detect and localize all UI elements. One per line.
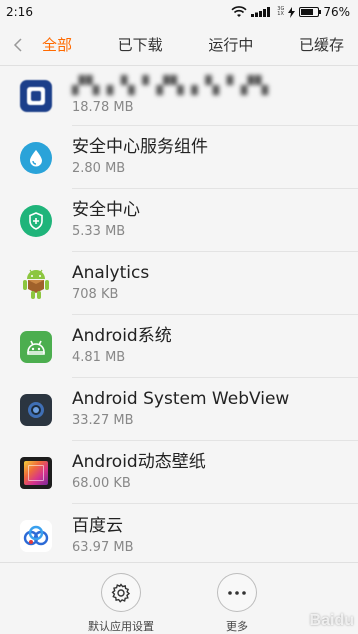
status-time: 2:16 <box>6 5 33 19</box>
app-size: 18.78 MB <box>72 99 134 115</box>
app-name: Android系统 <box>72 326 172 346</box>
app-text: 安全中心服务组件 2.80 MB <box>72 126 358 189</box>
charging-bolt-icon <box>288 6 296 18</box>
tab-cached[interactable]: 已缓存 <box>293 34 350 55</box>
default-app-settings-button[interactable]: 默认应用设置 <box>81 573 161 634</box>
app-size: 4.81 MB <box>72 350 126 365</box>
app-size: 63.97 MB <box>72 539 134 555</box>
list-item[interactable]: 百度云 63.97 MB <box>0 504 358 562</box>
app-icon-cell <box>0 456 72 489</box>
battery-icon <box>299 7 322 17</box>
app-text: 安全中心 5.33 MB <box>72 189 358 252</box>
water-drop-icon <box>20 141 52 174</box>
shield-plus-icon <box>20 204 52 237</box>
app-icon-cell <box>0 393 72 426</box>
tabs: 全部 已下载 运行中 已缓存 <box>36 34 358 55</box>
status-bar: 2:16 3G 1X 76% <box>0 0 358 24</box>
app-text: 百度云 63.97 MB <box>72 504 358 562</box>
list-item[interactable]: Android System WebView 33.27 MB <box>0 378 358 441</box>
app-text: ▞▚▗▝▖▘▞▚▗▝▖▘▞▚ 18.78 MB <box>72 66 358 126</box>
app-name: ▞▚▗▝▖▘▞▚▗▝▖▘▞▚ <box>72 75 270 96</box>
app-text: Android系统 4.81 MB <box>72 315 358 378</box>
app-icon-cell <box>0 330 72 363</box>
network-type: 3G 1X <box>277 7 284 17</box>
app-name: 百度云 <box>72 515 123 536</box>
tab-running[interactable]: 运行中 <box>202 34 259 55</box>
gear-button-circle[interactable] <box>101 573 141 612</box>
battery-label: 76% <box>323 5 350 19</box>
app-text: Analytics 708 KB <box>72 252 358 315</box>
app-icon-cell <box>0 268 72 300</box>
app-size: 5.33 MB <box>72 224 126 239</box>
blurred-app-icon <box>20 80 52 112</box>
app-text: Android动态壁纸 68.00 KB <box>72 441 358 504</box>
app-size: 2.80 MB <box>72 161 126 176</box>
list-item[interactable]: 安全中心服务组件 2.80 MB <box>0 126 358 189</box>
live-wallpaper-icon <box>20 456 52 489</box>
app-size: 68.00 KB <box>72 476 131 491</box>
app-name: Android动态壁纸 <box>72 452 206 472</box>
wifi-icon <box>231 6 247 17</box>
app-text: Android System WebView 33.27 MB <box>72 378 358 441</box>
status-icons: 3G 1X 76% <box>231 5 350 19</box>
battery-level <box>301 9 314 15</box>
android-robot-icon <box>20 268 52 300</box>
list-item[interactable]: ▞▚▗▝▖▘▞▚▗▝▖▘▞▚ 18.78 MB <box>0 66 358 126</box>
app-icon-cell <box>0 80 72 112</box>
baidu-watermark: Baidu <box>309 612 354 629</box>
chevron-left-icon <box>13 37 22 52</box>
app-name: 安全中心 <box>72 200 140 220</box>
signal-icon <box>251 7 271 17</box>
tab-bar: 全部 已下载 运行中 已缓存 <box>0 24 358 66</box>
more-button[interactable]: 更多 <box>197 573 277 634</box>
more-button-circle[interactable] <box>217 573 257 612</box>
more-label: 更多 <box>226 620 248 633</box>
webview-icon <box>20 393 52 426</box>
app-icon-cell <box>0 519 72 552</box>
list-item[interactable]: Android系统 4.81 MB <box>0 315 358 378</box>
network-type-bottom: 1X <box>277 11 284 17</box>
app-size: 33.27 MB <box>72 413 134 428</box>
default-app-settings-label: 默认应用设置 <box>88 620 154 633</box>
tab-downloaded[interactable]: 已下载 <box>112 34 169 55</box>
android-head-icon <box>20 330 52 363</box>
list-item[interactable]: Android动态壁纸 68.00 KB <box>0 441 358 504</box>
list-item[interactable]: 安全中心 5.33 MB <box>0 189 358 252</box>
app-name: 安全中心服务组件 <box>72 137 208 157</box>
list-item[interactable]: Analytics 708 KB <box>0 252 358 315</box>
tab-all[interactable]: 全部 <box>36 34 78 55</box>
app-icon-cell <box>0 204 72 237</box>
baidu-cloud-icon <box>20 519 52 552</box>
back-button[interactable] <box>0 24 36 66</box>
app-list: ▞▚▗▝▖▘▞▚▗▝▖▘▞▚ 18.78 MB 安全中心服务组件 2.80 MB <box>0 66 358 562</box>
gear-icon <box>111 582 131 603</box>
app-icon-cell <box>0 141 72 174</box>
app-name: Android System WebView <box>72 389 290 409</box>
app-name: Analytics <box>72 263 150 283</box>
more-dots-icon <box>228 590 246 595</box>
app-manager-screen: 2:16 3G 1X 76% 全部 已下载 运行中 已缓存 ▞▚▗▝▖▘▞▚▗▝… <box>0 0 358 634</box>
app-size: 708 KB <box>72 287 119 302</box>
bottom-action-bar: 默认应用设置 更多 <box>0 562 358 634</box>
